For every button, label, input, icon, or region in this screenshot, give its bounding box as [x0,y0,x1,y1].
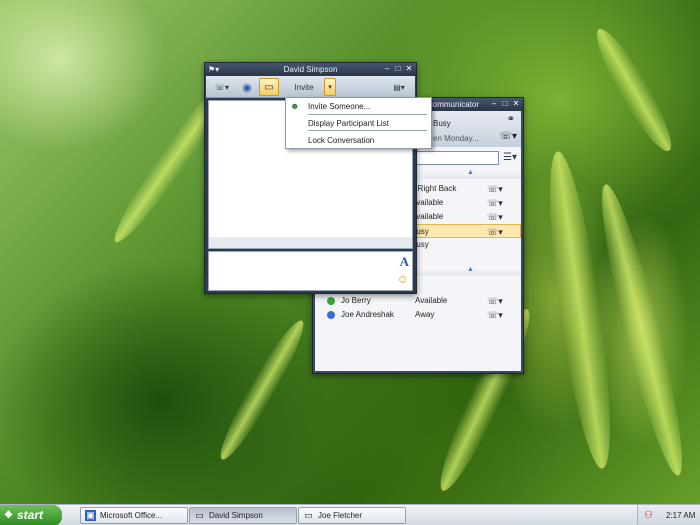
contact-name: Joe Andreshak [341,310,394,319]
office-icon: ▣ [85,510,96,521]
communicator-tray-icon[interactable]: ⚇ [644,505,653,525]
minimize-icon[interactable]: – [490,99,498,108]
contact-row[interactable]: Jo Berry Available ☏▾ [315,294,521,308]
phone-icon[interactable]: ☏▾ [487,225,503,239]
contact-name: e Right Back [411,184,457,193]
taskbar-item-joe-fletcher[interactable]: ▭ Joe Fletcher [298,507,406,524]
phone-menu-icon[interactable]: ☏▾ [499,131,517,142]
maximize-icon[interactable]: □ [394,64,402,73]
instant-message-button[interactable]: ▭ [259,78,279,96]
globe-icon: ◉ [242,81,252,94]
collapse-group-icon[interactable]: ▲ [467,266,474,273]
contact-card-icon[interactable]: ⚭ [507,114,515,125]
windows-logo-icon: ❖ [4,510,13,521]
taskbar-item-david-simpson[interactable]: ▭ David Simpson [189,507,297,524]
menu-item-invite-someone[interactable]: Invite Someone... [308,102,370,111]
taskbar-item-label: Microsoft Office... [100,511,163,520]
invite-menu: ☻ Invite Someone... Display Participant … [285,97,432,149]
taskbar-item-label: Joe Fletcher [318,511,363,520]
document-icon: ▤▾ [393,82,405,92]
call-button[interactable]: ☏▾ [209,78,235,96]
collapse-group-icon[interactable]: ▲ [467,169,474,176]
phone-icon[interactable]: ☏▾ [487,210,503,224]
chat-bubble-icon: ▭ [264,81,274,93]
conversation-divider[interactable] [208,237,413,249]
taskbar-item-label: David Simpson [209,511,263,520]
video-button[interactable]: ◉ [238,78,256,96]
minimize-icon[interactable]: – [383,64,391,73]
close-icon[interactable]: ✕ [405,64,413,73]
conversation-titlebar[interactable]: ⚑▾ David Simpson – □ ✕ [205,63,416,76]
add-contact-icon: ☻ [290,101,300,111]
available-presence-icon [327,297,335,305]
phone-icon[interactable]: ☏▾ [487,182,503,196]
contact-status: Available [415,296,448,305]
chevron-down-icon: ▾ [328,84,332,91]
start-label: start [17,508,44,522]
font-icon[interactable]: A [400,254,409,270]
personal-note-text[interactable]: en Monday... [433,134,479,143]
invite-dropdown-button[interactable]: ▾ [324,78,336,96]
away-presence-icon [327,311,335,319]
conversation-icon: ▭ [304,510,313,520]
conversation-icon: ▭ [195,510,204,520]
menu-item-display-participant-list[interactable]: Display Participant List [308,119,389,128]
maximize-icon[interactable]: □ [501,99,509,108]
more-options-button[interactable]: ▤▾ [386,78,412,96]
view-options-icon[interactable]: ☰▾ [503,152,517,163]
clock[interactable]: 2:17 AM [666,505,695,525]
contact-status: Away [415,310,435,319]
menu-separator [308,130,427,131]
menu-item-lock-conversation[interactable]: Lock Conversation [308,136,374,145]
phone-icon[interactable]: ☏▾ [487,294,503,308]
start-button[interactable]: ❖ start [0,505,62,525]
phone-icon[interactable]: ☏▾ [487,196,503,210]
wallpaper-leaf [211,314,313,466]
close-icon[interactable]: ✕ [512,99,520,108]
contact-row[interactable]: Joe Andreshak Away ☏▾ [315,308,521,322]
my-status-text[interactable]: Busy [433,119,451,128]
taskbar: ❖ start ▣ Microsoft Office... ▭ David Si… [0,504,700,525]
conversation-toolbar: ☏▾ ◉ ▭ Invite ▾ ▤▾ [206,76,415,98]
menu-separator [308,114,427,115]
phone-icon: ☏▾ [214,82,230,92]
system-tray: ⚇ 2:17 AM [637,505,700,525]
contact-name: Jo Berry [341,296,371,305]
communicator-title: Communicator [427,100,480,109]
emoticon-icon[interactable]: ☺ [397,272,409,286]
invite-button[interactable]: Invite [284,78,324,96]
wallpaper-leaf [586,22,682,158]
message-input[interactable]: A ☺ [208,251,413,291]
invite-label: Invite [294,82,314,92]
phone-icon[interactable]: ☏▾ [487,308,503,322]
taskbar-item-office[interactable]: ▣ Microsoft Office... [80,507,188,524]
